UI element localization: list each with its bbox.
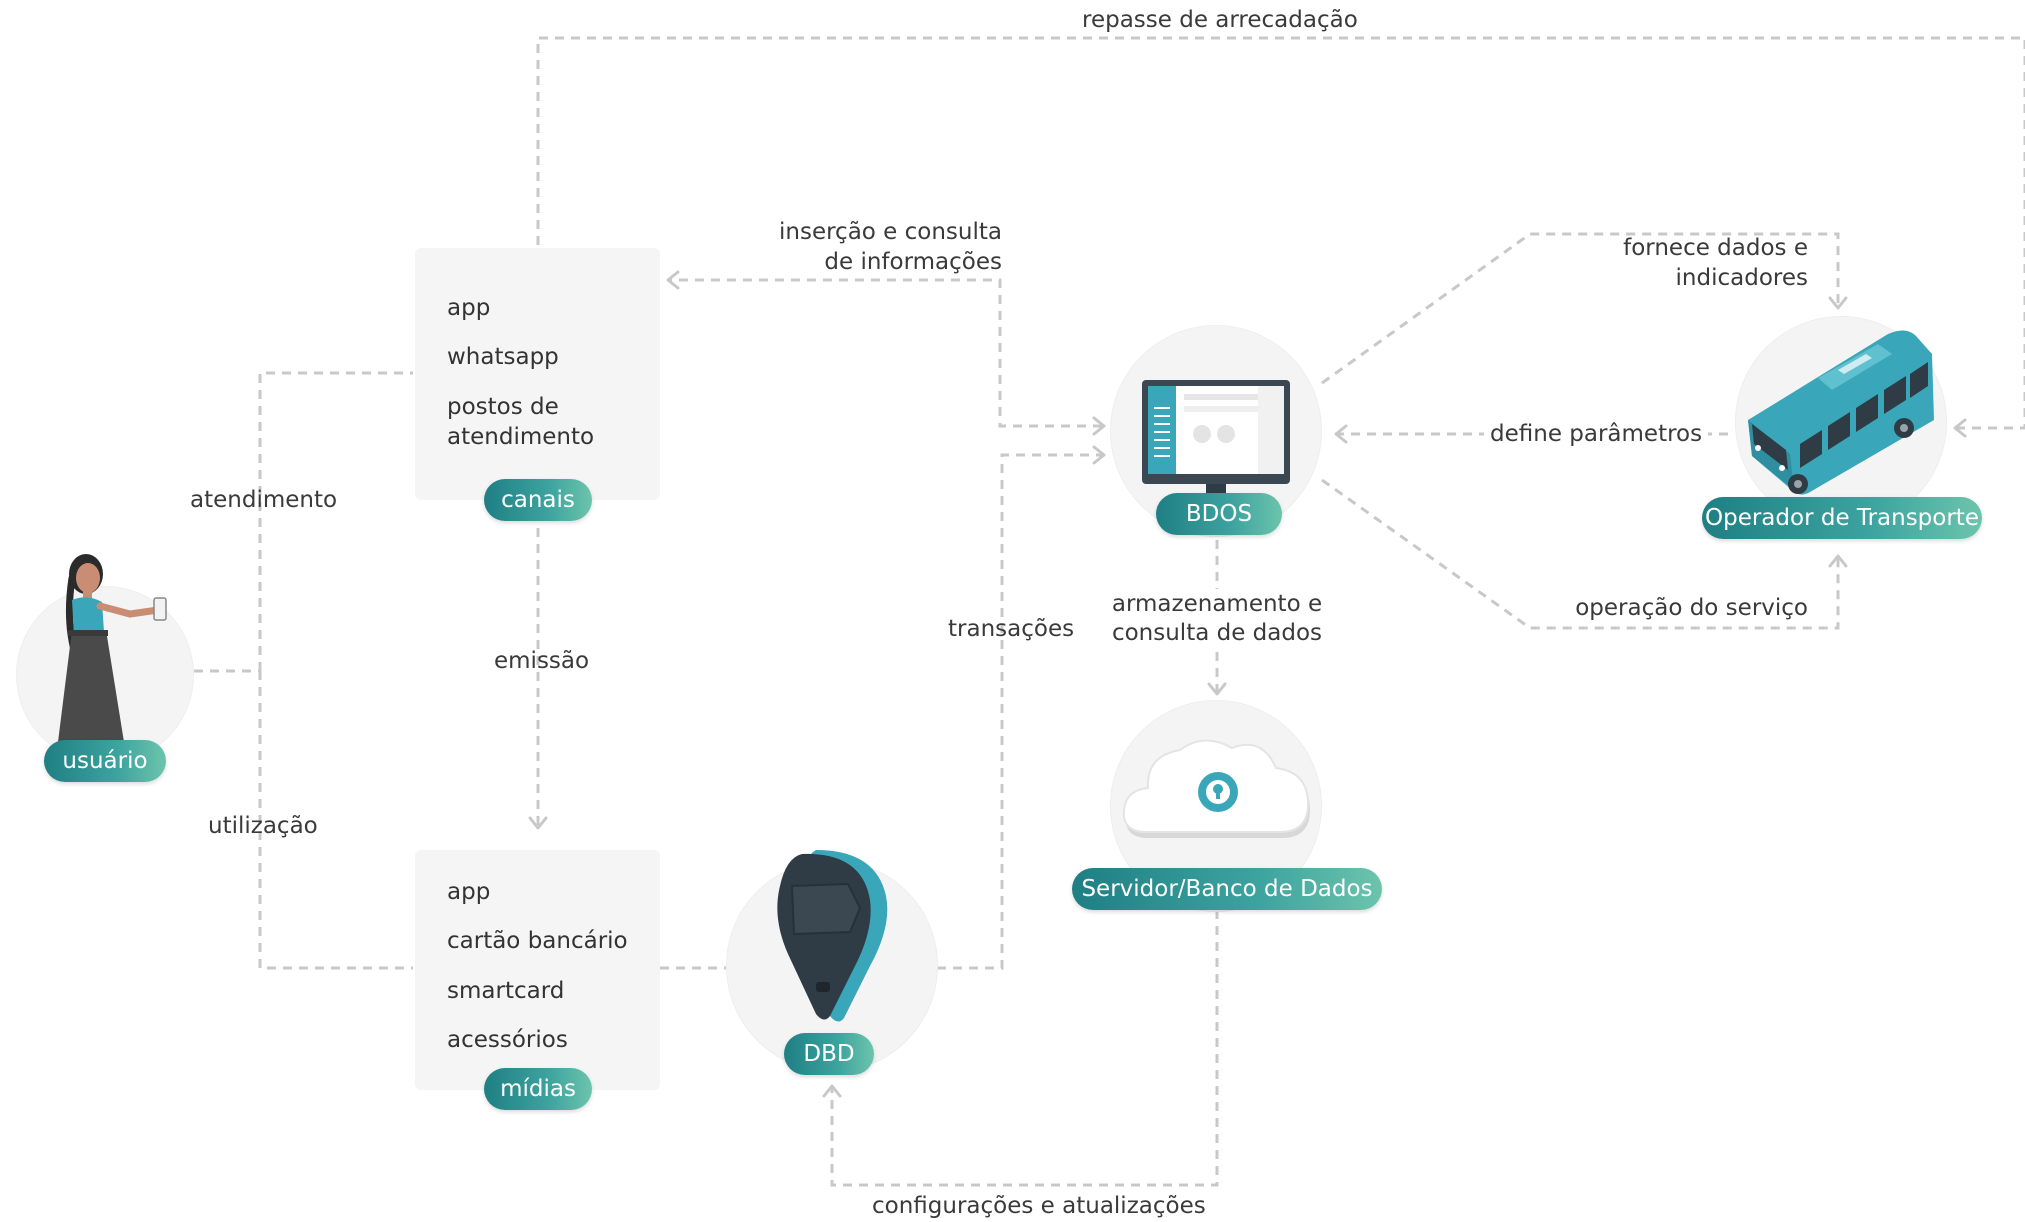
edge-atendimento (258, 371, 413, 671)
midias-label: mídias (484, 1068, 592, 1110)
label-define: define parâmetros (1484, 419, 1709, 449)
canais-item: app (447, 295, 491, 321)
arrow-insercao-bdos (1092, 416, 1106, 436)
midias-item: app (447, 879, 491, 905)
arrow-fornece (1828, 296, 1848, 310)
arrow-insercao (666, 270, 680, 290)
label-configuracoes: configurações e atualizações (872, 1193, 1206, 1219)
bus-icon (1748, 330, 1934, 495)
usuario-label: usuário (44, 740, 166, 782)
woman-with-phone-icon (58, 554, 167, 742)
arrow-configuracoes (822, 1084, 842, 1098)
arrow-emissao (528, 816, 548, 830)
canais-label: canais (484, 479, 592, 521)
label-insercao-2: de informações (824, 249, 1002, 275)
servidor-label: Servidor/Banco de Dados (1072, 868, 1382, 910)
arrow-define (1334, 424, 1348, 444)
label-utilizacao: utilização (208, 813, 318, 839)
label-armazenamento-2: consulta de dados (1097, 618, 1337, 648)
edge-insercao (670, 278, 1102, 428)
arrow-repasse (1953, 418, 1967, 438)
monitor-icon (1142, 380, 1290, 499)
midias-item: acessórios (447, 1027, 568, 1053)
midias-item: cartão bancário (447, 928, 628, 954)
arrow-transacoes (1092, 445, 1106, 465)
canais-item: postos de (447, 394, 559, 420)
label-transacoes: transações (948, 616, 1075, 642)
midias-panel: app cartão bancário smartcard acessórios (415, 850, 660, 1090)
operador-label: Operador de Transporte (1702, 497, 1982, 539)
bdos-label: BDOS (1156, 493, 1282, 535)
canais-panel: app whatsapp postos de atendimento (415, 248, 660, 500)
label-emissao: emissão (494, 648, 590, 674)
label-fornece-1: fornece dados e (1623, 235, 1808, 261)
dbd-label: DBD (784, 1033, 874, 1075)
midias-item: smartcard (447, 978, 565, 1004)
canais-item: whatsapp (447, 344, 559, 370)
label-armazenamento-1: armazenamento e (1097, 589, 1337, 619)
arrow-armazenamento (1207, 682, 1227, 696)
canais-item: atendimento (447, 424, 595, 450)
cloud-icon (1122, 739, 1310, 838)
label-insercao-1: inserção e consulta (779, 219, 1002, 245)
label-operacao: operação do serviço (1575, 595, 1808, 621)
system-diagram: repasse de arrecadação inserção e consul… (0, 0, 2025, 1222)
label-atendimento: atendimento (190, 487, 338, 513)
arrow-operacao (1828, 554, 1848, 568)
label-repasse: repasse de arrecadação (1082, 7, 1358, 33)
label-fornece-2: indicadores (1675, 265, 1808, 291)
validator-device-icon (777, 850, 888, 1022)
